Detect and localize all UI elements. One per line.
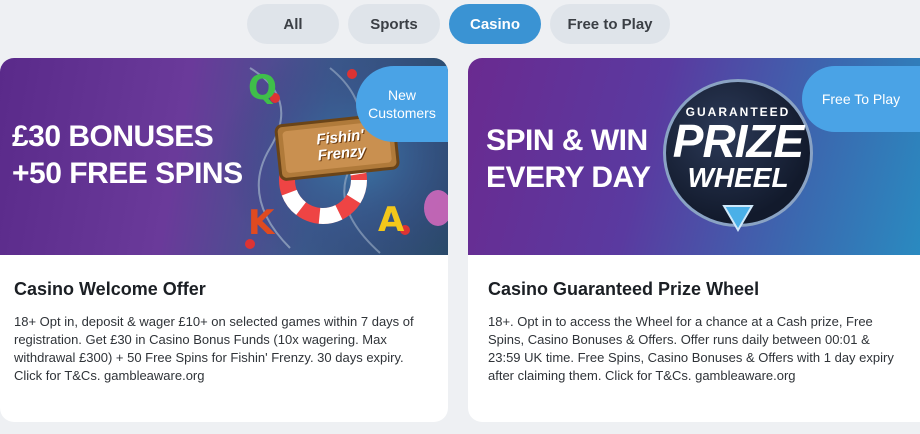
- promo-card-welcome-offer[interactable]: £30 BONUSES +50 FREE SPINS Fishin' Frenz…: [0, 58, 448, 422]
- tab-free-to-play[interactable]: Free to Play: [550, 4, 670, 44]
- tab-casino[interactable]: Casino: [449, 4, 541, 44]
- category-tabs: All Sports Casino Free to Play: [0, 4, 920, 44]
- new-customers-badge: New Customers: [356, 66, 448, 142]
- promo-headline: £30 BONUSES +50 FREE SPINS: [12, 120, 243, 190]
- tab-sports[interactable]: Sports: [348, 4, 440, 44]
- wheel-pointer-icon: [722, 205, 754, 232]
- letter-q: Q: [248, 68, 277, 108]
- promo-headline: SPIN & WIN EVERY DAY: [486, 124, 651, 194]
- free-to-play-badge: Free To Play: [802, 66, 920, 132]
- promo-banner[interactable]: £30 BONUSES +50 FREE SPINS Fishin' Frenz…: [0, 58, 448, 255]
- promo-title: Casino Welcome Offer: [14, 279, 206, 299]
- promo-terms: 18+. Opt in to access the Wheel for a ch…: [488, 314, 894, 383]
- letter-k: K: [248, 203, 275, 243]
- tab-all[interactable]: All: [247, 4, 339, 44]
- letter-a: A: [378, 200, 405, 240]
- prize-wheel-text: GUARANTEED PRIZE WHEEL: [672, 105, 804, 193]
- promo-card-prize-wheel[interactable]: SPIN & WIN EVERY DAY GUARANTEED PRIZE WH…: [468, 58, 920, 422]
- promo-terms: 18+ Opt in, deposit & wager £10+ on sele…: [14, 314, 414, 383]
- promo-title: Casino Guaranteed Prize Wheel: [488, 279, 760, 299]
- promo-banner[interactable]: SPIN & WIN EVERY DAY GUARANTEED PRIZE WH…: [468, 58, 920, 255]
